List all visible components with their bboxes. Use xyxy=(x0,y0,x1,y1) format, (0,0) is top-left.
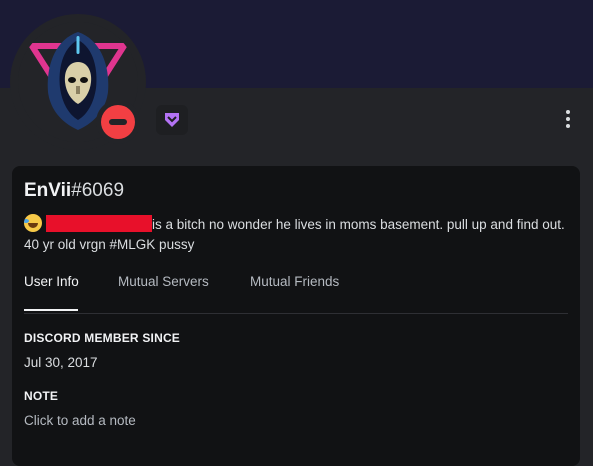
tab-mutual-friends[interactable]: Mutual Friends xyxy=(250,274,339,289)
note-title: NOTE xyxy=(24,389,59,403)
member-since-value: Jul 30, 2017 xyxy=(24,355,98,370)
member-since-title: DISCORD MEMBER SINCE xyxy=(24,331,181,345)
bio-line2-text: 40 yr old vrgn #MLGK pussy xyxy=(24,237,195,252)
profile-tabs: User Info Mutual Servers Mutual Friends xyxy=(24,272,568,312)
more-dot-icon xyxy=(566,117,570,121)
username-text: EnVii xyxy=(24,180,72,201)
username: EnVii#6069 xyxy=(24,180,124,202)
more-options-button[interactable] xyxy=(558,106,578,132)
more-dot-icon xyxy=(566,124,570,128)
more-dot-icon xyxy=(566,110,570,114)
redaction-bar xyxy=(46,215,152,232)
tab-user-info[interactable]: User Info xyxy=(24,274,79,289)
tab-mutual-servers[interactable]: Mutual Servers xyxy=(118,274,209,289)
nitro-badge[interactable] xyxy=(156,105,188,135)
rofl-emoji-icon xyxy=(24,214,42,232)
active-tab-indicator xyxy=(24,309,78,311)
discriminator: #6069 xyxy=(71,180,125,201)
dnd-icon xyxy=(101,105,135,139)
bio-line1-text: is a bitch no wonder he lives in moms ba… xyxy=(152,217,565,232)
tabs-divider xyxy=(24,313,568,314)
about-me: is a bitch no wonder he lives in moms ba… xyxy=(24,214,572,255)
note-input[interactable]: Click to add a note xyxy=(24,413,136,428)
status-dnd-indicator xyxy=(96,100,140,144)
nitro-badge-icon xyxy=(165,113,179,127)
profile-card: EnVii#6069 is a bitch no wonder he lives… xyxy=(12,166,580,466)
